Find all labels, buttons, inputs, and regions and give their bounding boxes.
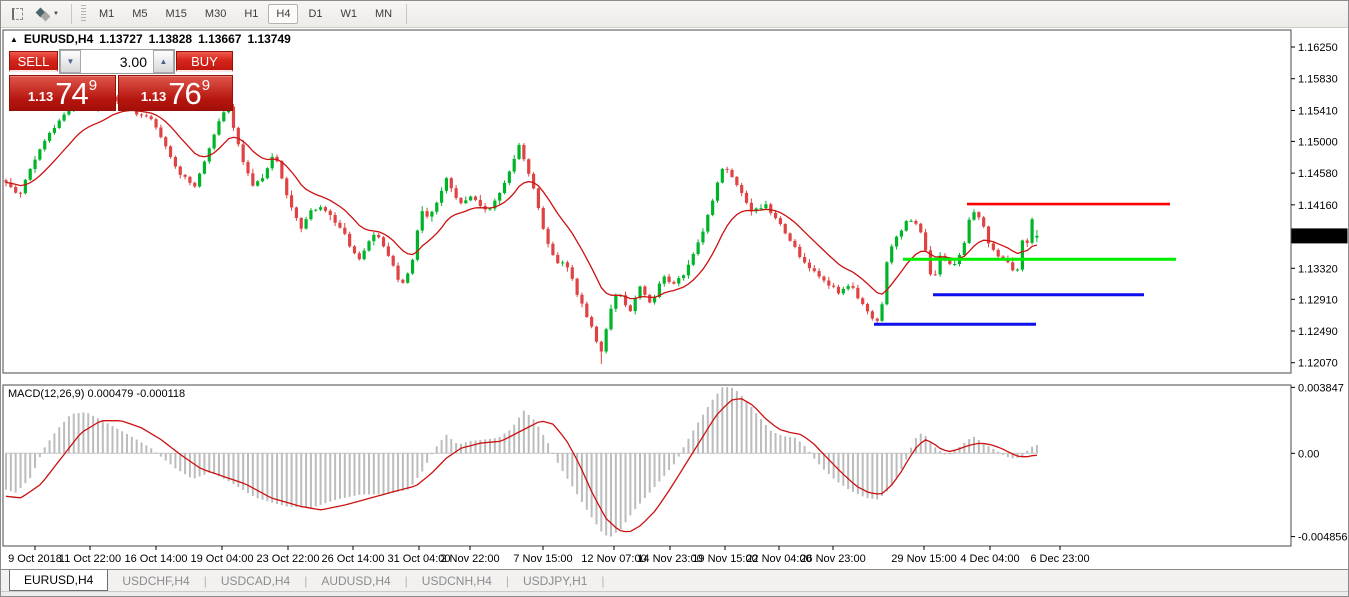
chart-title: ▲ EURUSD,H4 1.13727 1.13828 1.13667 1.13… — [10, 32, 291, 46]
svg-text:6 Dec 23:00: 6 Dec 23:00 — [1030, 553, 1089, 565]
time-axis[interactable]: 9 Oct 201811 Oct 22:00 16 Oct 14:0019 Oct… — [8, 546, 1090, 565]
buy-price-display[interactable]: 1.13 76 9 — [118, 75, 233, 111]
chart-shift-button[interactable] — [5, 3, 30, 25]
svg-text:1.13749: 1.13749 — [1296, 231, 1336, 243]
sell-pipette: 9 — [89, 78, 97, 93]
timeframe-button-group: M1M5M15M30H1H4D1W1MN — [90, 4, 401, 24]
svg-text:-0.004856: -0.004856 — [1298, 532, 1348, 544]
volume-control: ▼ ▲ — [59, 49, 175, 74]
chart-shift-icon — [12, 8, 23, 20]
macd-axis[interactable]: 0.003847 0.00 -0.004856 — [1291, 382, 1348, 543]
ohlc-high: 1.13828 — [149, 32, 192, 46]
svg-text:1.12490: 1.12490 — [1298, 326, 1338, 338]
toolbar: ▼ M1M5M15M30H1H4D1W1MN — [1, 1, 1348, 28]
svg-text:1.15830: 1.15830 — [1298, 74, 1338, 86]
sell-price-display[interactable]: 1.13 74 9 — [9, 75, 116, 111]
symbol-period-label: EURUSD,H4 — [24, 32, 93, 46]
svg-text:0.00: 0.00 — [1298, 448, 1319, 460]
svg-text:0.003847: 0.003847 — [1298, 382, 1344, 394]
toolbar-separator — [71, 4, 72, 24]
chart-tab-usdcnh-h4[interactable]: USDCNH,H4 — [408, 570, 506, 591]
timeframe-button-d1[interactable]: D1 — [300, 4, 330, 24]
svg-text:19 Oct 04:00: 19 Oct 04:00 — [191, 553, 254, 565]
timeframe-button-h1[interactable]: H1 — [236, 4, 266, 24]
buy-button[interactable]: BUY — [176, 51, 233, 72]
svg-text:4 Dec 04:00: 4 Dec 04:00 — [960, 553, 1019, 565]
timeframe-button-h4[interactable]: H4 — [268, 4, 298, 24]
toolbar-separator — [406, 4, 407, 24]
chart-region: 1.16250 1.15830 1.15410 1.15000 1.14580 1.141… — [1, 28, 1348, 569]
chart-tab-usdjpy-h1[interactable]: USDJPY,H1 — [509, 570, 601, 591]
timeframe-button-mn[interactable]: MN — [367, 4, 400, 24]
trade-panel-prices: 1.13 74 9 1.13 76 9 — [9, 75, 233, 111]
volume-increase-button[interactable]: ▲ — [153, 50, 174, 73]
chart-tab-usdcad-h4[interactable]: USDCAD,H4 — [207, 570, 304, 591]
svg-text:1.13320: 1.13320 — [1298, 263, 1338, 275]
tab-separator: | — [601, 570, 604, 591]
svg-text:26 Oct 14:00: 26 Oct 14:00 — [322, 553, 385, 565]
crosshair-arrows-button[interactable]: ▼ — [30, 3, 66, 25]
svg-text:1.16250: 1.16250 — [1298, 42, 1338, 54]
chart-tab-eurusd-h4[interactable]: EURUSD,H4 — [9, 570, 108, 591]
sell-button[interactable]: SELL — [9, 51, 58, 72]
dropdown-caret-icon: ▼ — [53, 11, 59, 17]
ohlc-low: 1.13667 — [198, 32, 241, 46]
svg-text:26 Nov 23:00: 26 Nov 23:00 — [800, 553, 865, 565]
status-strip — [1, 591, 1348, 597]
chart-tab-audusd-h4[interactable]: AUDUSD,H4 — [307, 570, 404, 591]
macd-indicator-label: MACD(12,26,9) 0.000479 -0.000118 — [8, 388, 185, 400]
svg-text:1.12910: 1.12910 — [1298, 294, 1338, 306]
timeframe-button-m15[interactable]: M15 — [158, 4, 195, 24]
trade-panel-controls: SELL ▼ ▲ BUY — [9, 49, 233, 74]
svg-text:1.15410: 1.15410 — [1298, 105, 1338, 117]
buy-big-figure: 1.13 — [141, 90, 166, 106]
mt4-window: ▼ M1M5M15M30H1H4D1W1MN 1.162501.158301.1… — [0, 0, 1349, 597]
svg-text:1.14160: 1.14160 — [1298, 200, 1338, 212]
svg-text:1.12070: 1.12070 — [1298, 358, 1338, 370]
svg-text:2 Nov 22:00: 2 Nov 22:00 — [440, 553, 499, 565]
svg-text:7 Nov 15:00: 7 Nov 15:00 — [513, 553, 572, 565]
svg-text:1.15000: 1.15000 — [1298, 136, 1338, 148]
timeframe-button-m5[interactable]: M5 — [124, 4, 155, 24]
collapse-arrow-icon[interactable]: ▲ — [10, 35, 18, 44]
svg-text:23 Oct 22:00: 23 Oct 22:00 — [257, 553, 320, 565]
svg-text:11 Oct 22:00: 11 Oct 22:00 — [59, 553, 121, 565]
toolbar-grip-handle[interactable] — [81, 5, 86, 23]
chart-tab-bar: EURUSD,H4USDCHF,H4|USDCAD,H4|AUDUSD,H4|U… — [1, 569, 1348, 591]
svg-text:1.14580: 1.14580 — [1298, 168, 1338, 180]
current-price-tag: 1.13749 — [1292, 228, 1348, 243]
ohlc-close: 1.13749 — [247, 32, 290, 46]
buy-pips: 76 — [168, 81, 200, 106]
svg-text:9 Oct 2018: 9 Oct 2018 — [8, 553, 62, 565]
ohlc-open: 1.13727 — [99, 32, 142, 46]
one-click-trading-panel: SELL ▼ ▲ BUY 1.13 74 9 1.13 76 9 — [9, 49, 233, 111]
volume-decrease-button[interactable]: ▼ — [60, 50, 81, 73]
buy-pipette: 9 — [202, 78, 210, 93]
price-axis[interactable]: 1.16250 1.15830 1.15410 1.15000 1.14580 1.141… — [1291, 42, 1338, 370]
timeframe-button-m1[interactable]: M1 — [91, 4, 122, 24]
volume-input[interactable] — [81, 50, 153, 73]
svg-text:16 Oct 14:00: 16 Oct 14:00 — [125, 553, 188, 565]
sell-big-figure: 1.13 — [28, 90, 53, 106]
sell-pips: 74 — [55, 81, 87, 106]
timeframe-button-m30[interactable]: M30 — [197, 4, 234, 24]
timeframe-button-w1[interactable]: W1 — [333, 4, 366, 24]
svg-text:29 Nov 15:00: 29 Nov 15:00 — [891, 553, 956, 565]
chart-tab-usdchf-h4[interactable]: USDCHF,H4 — [108, 570, 203, 591]
